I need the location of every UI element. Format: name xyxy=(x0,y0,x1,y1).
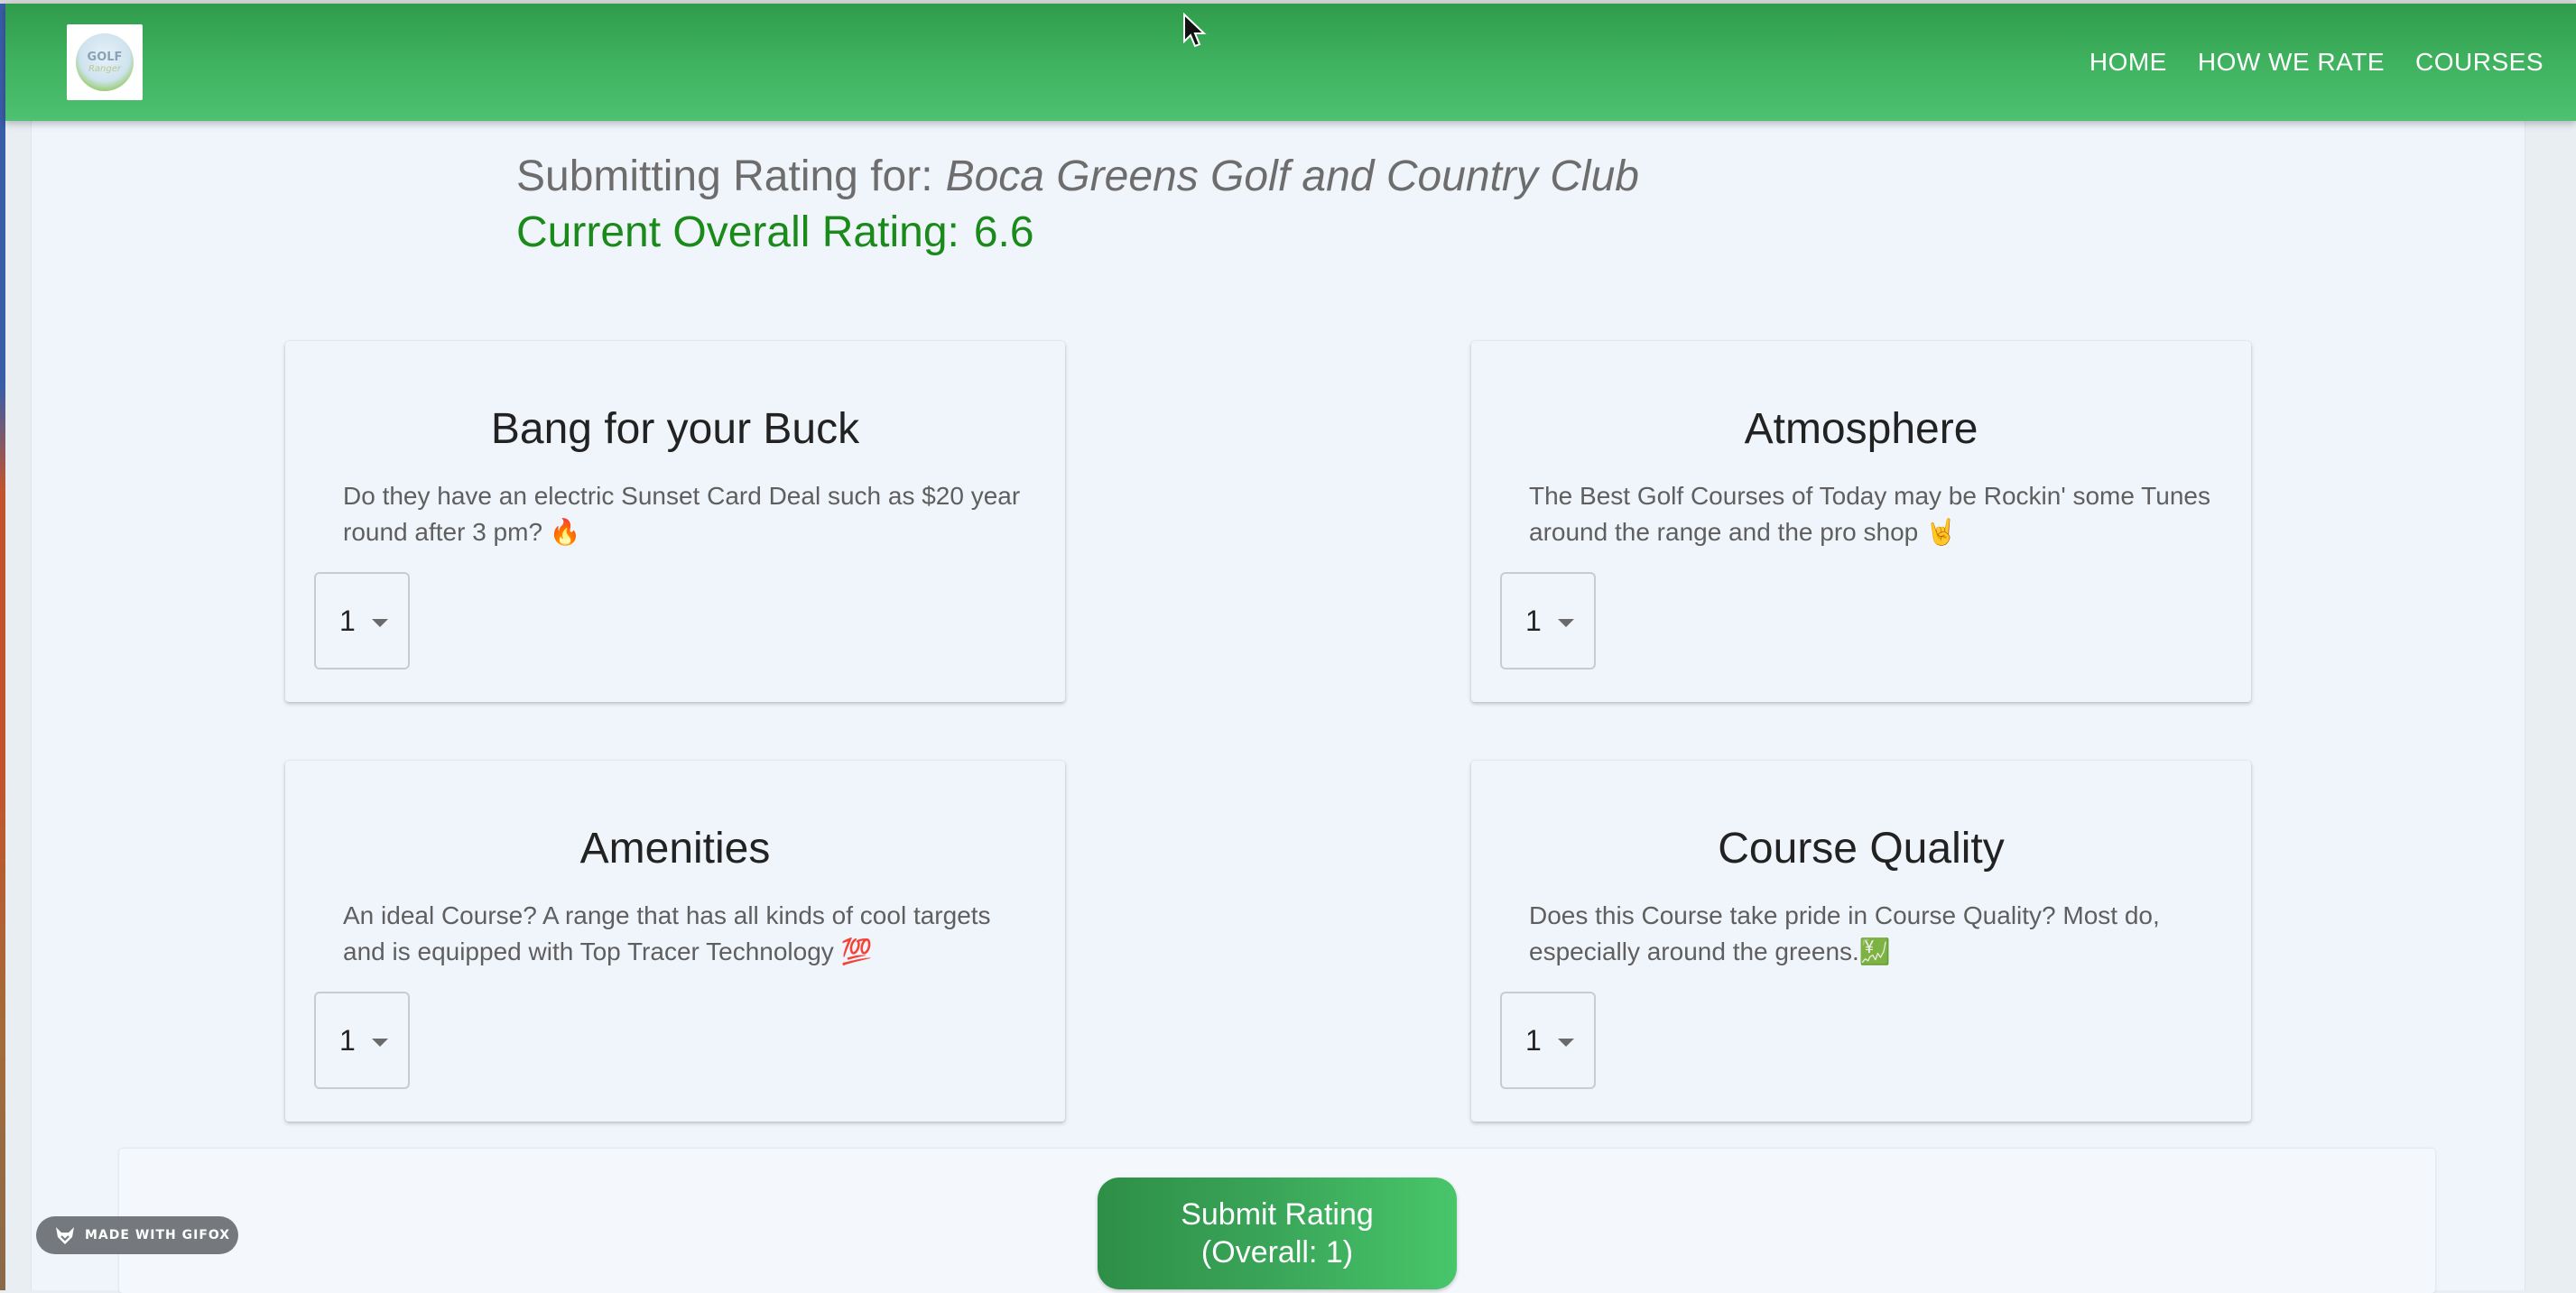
submitting-label: Submitting Rating for: xyxy=(516,152,933,200)
course-name: Boca Greens Golf and Country Club xyxy=(945,152,1639,200)
nav-links: HOME HOW WE RATE COURSES xyxy=(2090,4,2544,121)
logo-text-line2: Ranger xyxy=(88,63,122,74)
submit-overall-label: (Overall: 1) xyxy=(1200,1235,1354,1270)
category-card-course-quality: Course Quality Does this Course take pri… xyxy=(1471,761,2251,1122)
caret-down-icon xyxy=(1558,1039,1574,1047)
overall-value: 6.6 xyxy=(973,208,1034,256)
category-card-bang-for-your-buck: Bang for your Buck Do they have an elect… xyxy=(285,341,1065,702)
caret-down-icon xyxy=(372,1039,388,1047)
rating-select-atmosphere[interactable]: 1 xyxy=(1500,572,1596,670)
logo[interactable]: GOLF Ranger xyxy=(67,24,143,100)
nav-how-we-rate-link[interactable]: HOW WE RATE xyxy=(2198,48,2385,77)
mouse-cursor-icon xyxy=(1183,13,1207,48)
category-description: Does this Course take pride in Course Qu… xyxy=(1529,901,2160,965)
logo-icon: GOLF Ranger xyxy=(76,33,134,91)
category-description: Do they have an electric Sunset Card Dea… xyxy=(343,482,1021,546)
caret-down-icon xyxy=(372,619,388,627)
fox-icon xyxy=(56,1227,74,1244)
select-value: 1 xyxy=(339,605,356,637)
submitting-rating-heading: Submitting Rating for: Boca Greens Golf a… xyxy=(516,152,1639,201)
category-card-atmosphere: Atmosphere The Best Golf Courses of Toda… xyxy=(1471,341,2251,702)
submit-rating-button[interactable]: Submit Rating (Overall: 1) xyxy=(1098,1178,1457,1289)
nav-home-link[interactable]: HOME xyxy=(2090,48,2167,77)
category-title: Bang for your Buck xyxy=(490,405,860,453)
rating-select-course-quality[interactable]: 1 xyxy=(1500,992,1596,1089)
category-title: Course Quality xyxy=(1718,825,2005,873)
logo-text-line1: GOLF xyxy=(87,50,123,64)
nav-courses-link[interactable]: COURSES xyxy=(2415,48,2544,77)
overall-label: Current Overall Rating: xyxy=(516,208,959,256)
navbar: GOLF Ranger HOME HOW WE RATE COURSES xyxy=(5,4,2576,121)
select-value: 1 xyxy=(339,1024,356,1057)
current-overall-rating: Current Overall Rating: 6.6 xyxy=(516,208,1034,257)
submit-label: Submit Rating xyxy=(1181,1197,1374,1232)
gifox-badge: MADE WITH GIFOX xyxy=(36,1216,238,1254)
select-value: 1 xyxy=(1525,605,1542,637)
category-card-amenities: Amenities An ideal Course? A range that … xyxy=(285,761,1065,1122)
gifox-label: MADE WITH GIFOX xyxy=(85,1228,231,1242)
caret-down-icon xyxy=(1558,619,1574,627)
category-title: Amenities xyxy=(579,825,771,873)
category-description: The Best Golf Courses of Today may be Ro… xyxy=(1529,482,2210,546)
rating-select-amenities[interactable]: 1 xyxy=(314,992,410,1089)
select-value: 1 xyxy=(1525,1024,1542,1057)
category-description: An ideal Course? A range that has all ki… xyxy=(343,901,991,965)
rating-select-bang-for-your-buck[interactable]: 1 xyxy=(314,572,410,670)
category-title: Atmosphere xyxy=(1744,405,1978,453)
